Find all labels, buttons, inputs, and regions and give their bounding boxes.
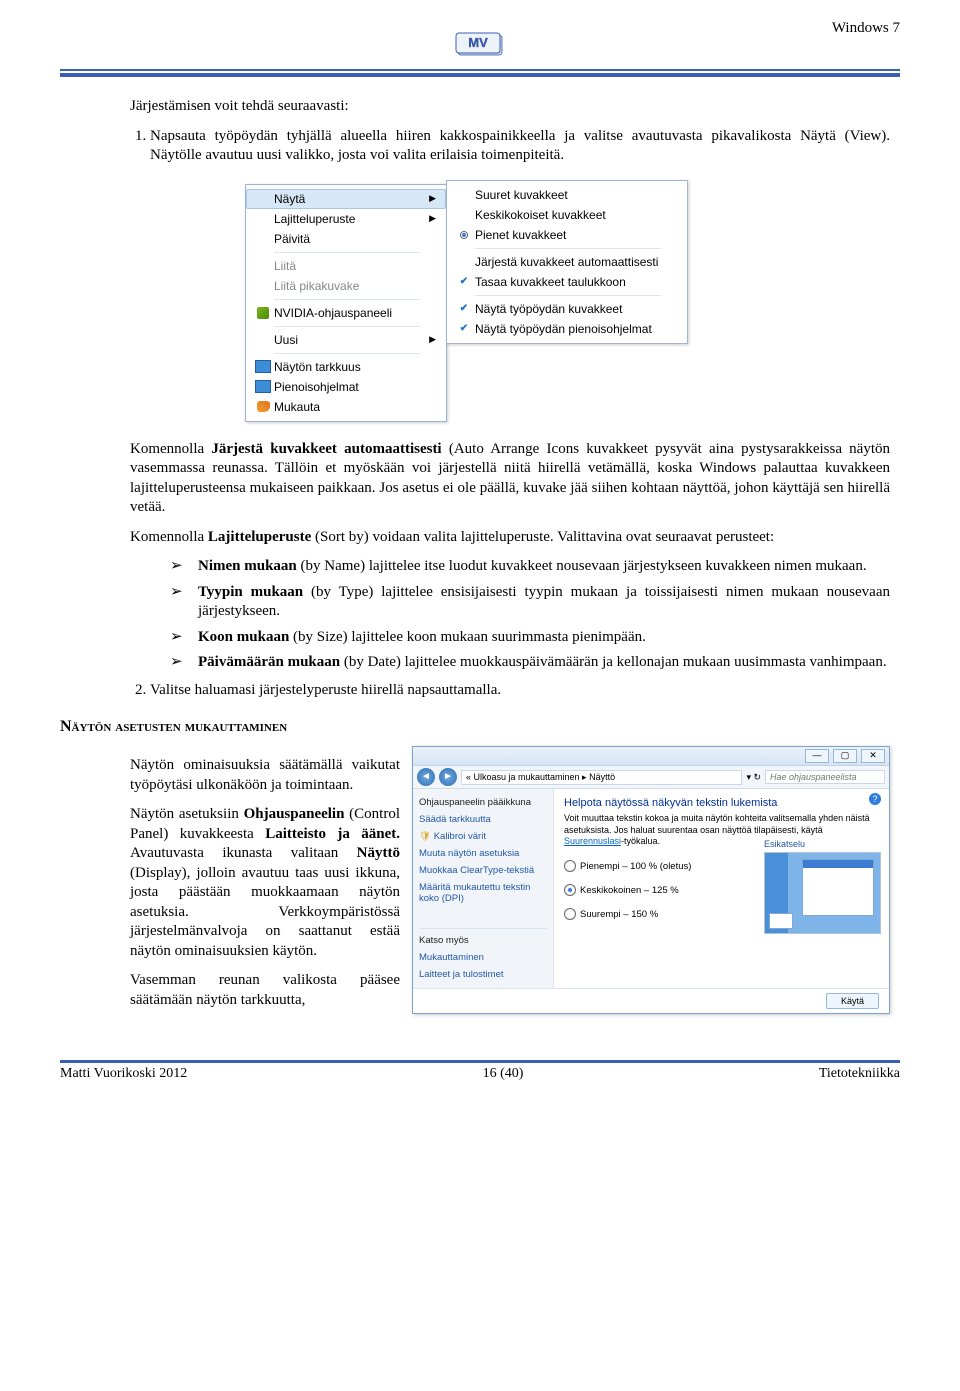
submenu-show-desktop-icons[interactable]: ✔Näytä työpöydän kuvakkeet <box>447 299 687 319</box>
monitor-icon <box>252 380 274 393</box>
preview-image <box>764 852 881 934</box>
display-sidebar: Ohjauspaneelin pääikkuna Säädä tarkkuutt… <box>413 789 554 988</box>
bullet-byname: Nimen mukaan (by Name) lajittelee itse l… <box>170 557 890 577</box>
context-menu-sub-view: Suuret kuvakkeet Keskikokoiset kuvakkeet… <box>446 180 688 344</box>
address-bar: ◄ ► « Ulkoasu ja mukauttaminen ▸ Näyttö … <box>413 766 889 789</box>
maximize-button[interactable]: ▢ <box>833 749 857 763</box>
step-2: Valitse haluamasi järjestelyperuste hiir… <box>150 681 890 701</box>
magnifier-link[interactable]: Suurennuslasi <box>564 836 621 846</box>
svg-text:MV: MV <box>468 35 488 50</box>
radio-selected-icon <box>453 231 475 239</box>
close-button[interactable]: ✕ <box>861 749 885 763</box>
sidebar-link-calibrate[interactable]: 🛡 Kalibroi värit <box>419 831 547 842</box>
check-icon: ✔ <box>453 303 475 314</box>
submenu-auto-arrange[interactable]: Järjestä kuvakkeet automaattisesti <box>447 252 687 272</box>
footer-page-number: 16 (40) <box>483 1066 524 1082</box>
main-heading: Helpota näytössä näkyvän tekstin lukemis… <box>564 797 879 809</box>
display-para-3: Vasemman reunan valikosta pääsee säätämä… <box>130 971 400 1010</box>
menu-item-new[interactable]: Uusi▶ <box>246 330 446 350</box>
display-main-panel: ? Helpota näytössä näkyvän tekstin lukem… <box>554 789 889 988</box>
minimize-button[interactable]: — <box>805 749 829 763</box>
display-settings-window: — ▢ ✕ ◄ ► « Ulkoasu ja mukauttaminen ▸ N… <box>412 746 890 1014</box>
menu-item-paste: Liitä <box>246 256 446 276</box>
see-also-heading: Katso myös <box>419 928 547 946</box>
menu-item-personalize[interactable]: Mukauta <box>246 397 446 417</box>
preview-label: Esikatselu <box>764 839 879 849</box>
menu-item-paste-shortcut: Liitä pikakuvake <box>246 276 446 296</box>
footer-subject: Tietotekniikka <box>819 1066 900 1082</box>
ordered-steps-2: Valitse haluamasi järjestelyperuste hiir… <box>150 681 890 701</box>
paragraph-sortby: Komennolla Lajitteluperuste (Sort by) vo… <box>130 528 890 548</box>
ordered-steps: Napsauta työpöydän tyhjällä alueella hii… <box>150 127 890 166</box>
menu-item-resolution[interactable]: Näytön tarkkuus <box>246 357 446 377</box>
sidebar-heading: Ohjauspaneelin pääikkuna <box>419 797 547 808</box>
context-menu-figure: Näytä▶ Lajitteluperuste▶ Päivitä Liitä L… <box>245 184 890 422</box>
footer-author: Matti Vuorikoski 2012 <box>60 1066 187 1082</box>
menu-item-view[interactable]: Näytä▶ <box>246 189 446 209</box>
preview-box: Esikatselu <box>764 839 879 934</box>
window-titlebar: — ▢ ✕ <box>413 747 889 766</box>
header-rule <box>60 69 900 77</box>
shield-icon: 🛡 <box>419 831 431 842</box>
intro-text: Järjestämisen voit tehdä seuraavasti: <box>130 97 890 117</box>
check-icon: ✔ <box>453 323 475 334</box>
page-footer: Matti Vuorikoski 2012 16 (40) Tietotekni… <box>60 1060 900 1082</box>
submenu-small-icons[interactable]: Pienet kuvakkeet <box>447 225 687 245</box>
see-also-personalization[interactable]: Mukauttaminen <box>419 952 547 963</box>
section-heading-display-settings: Näytön asetusten mukauttaminen <box>60 718 890 736</box>
menu-item-gadgets[interactable]: Pienoisohjelmat <box>246 377 446 397</box>
search-input[interactable]: Hae ohjauspaneelista <box>765 770 885 784</box>
bullet-bydate: Päivämäärän mukaan (by Date) lajittelee … <box>170 653 890 673</box>
apply-button[interactable]: Käytä <box>826 993 879 1009</box>
menu-item-sortby[interactable]: Lajitteluperuste▶ <box>246 209 446 229</box>
menu-item-nvidia[interactable]: NVIDIA-ohjauspaneeli <box>246 303 446 323</box>
see-also-devices-printers[interactable]: Laitteet ja tulostimet <box>419 969 547 980</box>
sortby-bullets: Nimen mukaan (by Name) lajittelee itse l… <box>170 557 890 673</box>
submenu-medium-icons[interactable]: Keskikokoiset kuvakkeet <box>447 205 687 225</box>
back-button[interactable]: ◄ <box>417 768 435 786</box>
sidebar-link-change-settings[interactable]: Muuta näytön asetuksia <box>419 848 547 859</box>
paragraph-autoarrange: Komennolla Järjestä kuvakkeet automaatti… <box>130 440 890 518</box>
monitor-icon <box>252 360 274 373</box>
step-1: Napsauta työpöydän tyhjällä alueella hii… <box>150 127 890 166</box>
submenu-align-grid[interactable]: ✔Tasaa kuvakkeet taulukkoon <box>447 272 687 292</box>
display-para-2: Näytön asetuksiin Ohjauspaneelin (Contro… <box>130 805 400 961</box>
bullet-bysize: Koon mukaan (by Size) lajittelee koon mu… <box>170 628 890 648</box>
palette-icon <box>252 401 274 412</box>
forward-button[interactable]: ► <box>439 768 457 786</box>
sidebar-link-resolution[interactable]: Säädä tarkkuutta <box>419 814 547 825</box>
help-icon[interactable]: ? <box>869 793 881 805</box>
submenu-show-gadgets[interactable]: ✔Näytä työpöydän pienoisohjelmat <box>447 319 687 339</box>
nvidia-icon <box>252 307 274 319</box>
context-menu-primary: Näytä▶ Lajitteluperuste▶ Päivitä Liitä L… <box>245 184 447 422</box>
sidebar-link-dpi[interactable]: Määritä mukautettu tekstin koko (DPI) <box>419 882 547 904</box>
check-icon: ✔ <box>453 276 475 287</box>
submenu-large-icons[interactable]: Suuret kuvakkeet <box>447 185 687 205</box>
menu-item-refresh[interactable]: Päivitä <box>246 229 446 249</box>
breadcrumb[interactable]: « Ulkoasu ja mukauttaminen ▸ Näyttö <box>461 770 742 785</box>
mv-logo: MV <box>60 32 900 63</box>
bullet-bytype: Tyypin mukaan (by Type) lajittelee ensis… <box>170 583 890 622</box>
display-para-1: Näytön ominaisuuksia säätämällä vaikutat… <box>130 756 400 795</box>
sidebar-link-cleartype[interactable]: Muokkaa ClearType-tekstiä <box>419 865 547 876</box>
